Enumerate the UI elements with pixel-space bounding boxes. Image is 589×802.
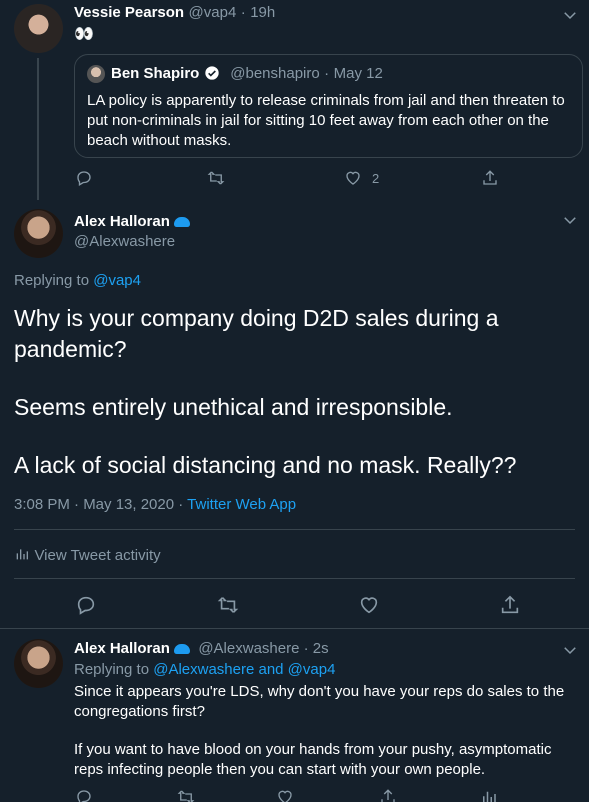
view-activity-button[interactable]: View Tweet activity (14, 546, 161, 565)
tweet-body: Since it appears you're LDS, why don't y… (74, 682, 579, 780)
quote-author-handle: @benshapiro (230, 65, 320, 82)
author-name[interactable]: Vessie Pearson (74, 4, 184, 21)
quote-text: LA policy is apparently to release crimi… (87, 92, 565, 149)
share-icon[interactable] (499, 594, 521, 616)
replying-to-link[interactable]: @vap4 (93, 272, 141, 289)
author-name[interactable]: Alex Halloran (74, 213, 170, 230)
tweet-line: pandemic? (14, 336, 127, 362)
quote-date: May 12 (333, 65, 383, 82)
divider (14, 529, 575, 530)
view-activity-label: View Tweet activity (34, 547, 161, 564)
quote-avatar (87, 65, 105, 83)
replying-to-link[interactable]: @Alexwashere and @vap4 (153, 661, 335, 678)
tweet-timestamp[interactable]: 3:08 PM · May 13, 2020 · (14, 496, 187, 513)
chevron-down-icon[interactable] (561, 211, 579, 229)
dot-separator: · (240, 4, 246, 21)
tweet-emoji: 👀 (74, 26, 94, 43)
author-handle[interactable]: @Alexwashere (74, 233, 175, 250)
reply-icon[interactable] (75, 594, 97, 616)
retweet-icon[interactable] (216, 594, 240, 616)
divider (0, 628, 589, 629)
verified-badge-icon (205, 66, 219, 80)
tweet-body: Why is your company doing D2D sales duri… (14, 303, 516, 481)
chevron-down-icon[interactable] (561, 6, 579, 24)
stats-icon[interactable] (480, 788, 498, 802)
tweet-line: If you want to have blood on your hands … (74, 741, 552, 758)
author-handle[interactable]: @vap4 (189, 4, 237, 21)
retweet-icon[interactable] (176, 788, 196, 802)
tweet-line: Why is your company doing D2D sales duri… (14, 305, 499, 331)
cap-emoji-icon (173, 644, 190, 654)
tweet-line: congregations first? (74, 703, 205, 720)
avatar[interactable] (14, 4, 63, 53)
stats-icon (16, 549, 28, 560)
avatar[interactable] (14, 209, 63, 258)
avatar[interactable] (14, 639, 63, 688)
author-name[interactable]: Alex Halloran (74, 640, 170, 657)
tweet-source-link[interactable]: Twitter Web App (187, 496, 296, 513)
replying-label: Replying to (14, 272, 90, 289)
like-count: 2 (372, 171, 380, 186)
chevron-down-icon[interactable] (561, 641, 579, 659)
heart-icon[interactable] (276, 788, 294, 802)
author-handle-time[interactable]: @Alexwashere · 2s (198, 640, 328, 657)
tweet-line: reps infecting people then you can start… (74, 761, 486, 778)
quoted-tweet[interactable]: Ben Shapiro @benshapiro · May 12 LA poli… (74, 54, 583, 158)
tweet-time[interactable]: 19h (250, 4, 275, 21)
heart-icon[interactable] (344, 169, 362, 187)
quote-author-name: Ben Shapiro (111, 65, 200, 82)
thread-line (37, 58, 39, 200)
reply-icon[interactable] (75, 788, 93, 802)
share-icon[interactable] (379, 788, 397, 802)
replying-label: Replying to (74, 661, 150, 678)
cap-emoji-icon (173, 217, 190, 227)
reply-icon[interactable] (75, 169, 93, 187)
tweet-line: A lack of social distancing and no mask.… (14, 452, 517, 478)
tweet-line: Seems entirely unethical and irresponsib… (14, 394, 453, 420)
divider (14, 578, 575, 579)
retweet-icon[interactable] (206, 169, 226, 187)
tweet-line: Since it appears you're LDS, why don't y… (74, 683, 565, 700)
dot-separator: · (324, 65, 330, 82)
share-icon[interactable] (481, 169, 499, 187)
heart-icon[interactable] (358, 594, 380, 616)
